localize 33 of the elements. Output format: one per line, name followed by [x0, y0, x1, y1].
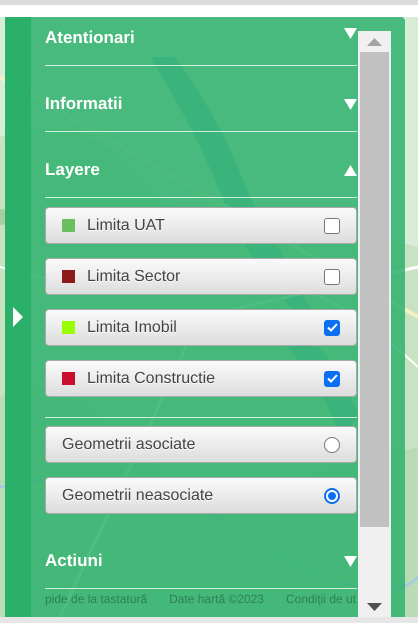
option-label: Limita Imobil	[87, 318, 178, 336]
scroll-down-icon[interactable]	[367, 603, 382, 611]
checkbox[interactable]	[324, 268, 340, 284]
radio-option[interactable]: Geometrii neasociate	[45, 477, 357, 514]
checkbox[interactable]	[324, 218, 340, 234]
layer-toggle[interactable]: Limita Sector	[45, 258, 357, 295]
scrollbar[interactable]	[358, 31, 391, 617]
option-label: Limita Sector	[87, 268, 182, 286]
expand-arrow-icon	[13, 307, 23, 327]
section-header[interactable]: Layere	[45, 132, 357, 198]
map-attribution-link[interactable]: pide de la tastatură	[45, 592, 148, 606]
section-header[interactable]: Actiuni	[45, 523, 357, 589]
radio-button[interactable]	[324, 436, 340, 452]
checkbox[interactable]	[324, 370, 340, 386]
section-header[interactable]: Informatii	[45, 66, 357, 132]
section-title: Actiuni	[45, 551, 103, 571]
option-label: Limita UAT	[87, 216, 166, 234]
section-title: Informatii	[45, 94, 122, 114]
layer-toggle[interactable]: Limita UAT	[45, 207, 357, 244]
checkbox[interactable]	[324, 320, 340, 336]
radio-option[interactable]: Geometrii asociate	[45, 426, 357, 463]
map-attribution-link[interactable]: Condiții de ut	[286, 592, 356, 606]
map-attribution-link[interactable]: Date hartă ©2023	[169, 592, 264, 606]
section-title: Atentionari	[45, 28, 135, 48]
option-label: Geometrii neasociate	[62, 486, 214, 504]
option-label: Geometrii asociate	[62, 436, 196, 454]
layer-toggle[interactable]: Limita Constructie	[45, 360, 357, 397]
panel-toggle[interactable]	[5, 17, 31, 617]
section-header[interactable]: Atentionari	[45, 17, 357, 66]
radio-button[interactable]	[324, 488, 340, 504]
section-title: Layere	[45, 160, 100, 180]
layer-toggle[interactable]: Limita Imobil	[45, 309, 357, 346]
option-label: Limita Constructie	[87, 370, 216, 388]
